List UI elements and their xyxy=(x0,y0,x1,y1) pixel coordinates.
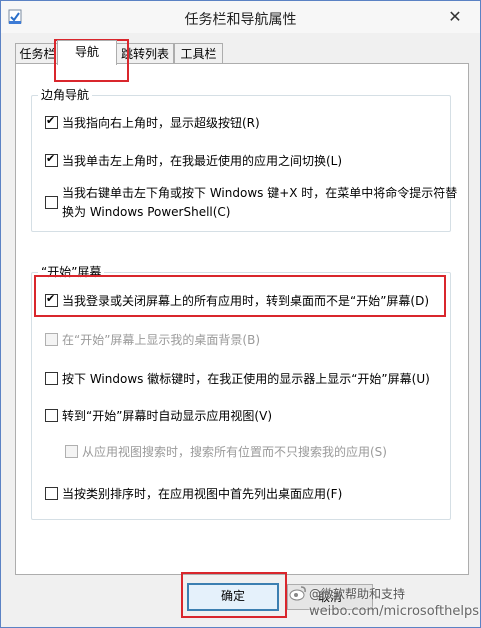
search-everywhere-checkbox[interactable] xyxy=(65,445,78,458)
tab-navigation[interactable]: 导航 xyxy=(57,40,117,65)
switch-apps-label: 当我单击左上角时，在我最近使用的应用之间切换(L) xyxy=(62,154,343,168)
replace-powershell-label: 当我右键单击左下角或按下 Windows 键+X 时，在菜单中将命令提示符替换为… xyxy=(62,186,458,219)
window-title: 任务栏和导航属性 xyxy=(184,12,297,28)
tab-toolbars[interactable]: 工具栏 xyxy=(174,43,223,64)
show-start-on-display-checkbox[interactable] xyxy=(45,372,58,385)
properties-window: 任务栏和导航属性 ✕ 任务栏 导航 跳转列表 工具栏 边角导航 当我指向右上角时… xyxy=(0,0,481,628)
desktop-background-checkbox[interactable] xyxy=(45,333,58,346)
close-icon[interactable]: ✕ xyxy=(442,5,468,27)
show-charms-label: 当我指向右上角时，显示超级按钮(R) xyxy=(62,116,260,130)
watermark-account: @微软帮助和支持 xyxy=(309,587,406,601)
title-bar: 任务栏和导航属性 ✕ xyxy=(1,1,480,33)
list-desktop-apps-first-checkbox[interactable] xyxy=(45,487,58,500)
tab-taskbar[interactable]: 任务栏 xyxy=(15,43,60,64)
tab-jump-lists[interactable]: 跳转列表 xyxy=(116,43,174,64)
ok-button[interactable]: 确定 xyxy=(187,583,279,611)
go-to-desktop-checkbox[interactable] xyxy=(45,292,58,307)
switch-apps-checkbox[interactable] xyxy=(45,152,58,167)
desktop-background-label: 在“开始”屏幕上显示我的桌面背景(B) xyxy=(62,333,261,347)
show-charms-checkbox[interactable] xyxy=(45,114,58,129)
search-everywhere-label: 从应用视图搜索时，搜索所有位置而不只搜索我的应用(S) xyxy=(82,445,387,459)
show-apps-view-checkbox[interactable] xyxy=(45,409,58,422)
go-to-desktop-label: 当我登录或关闭屏幕上的所有应用时，转到桌面而不是“开始”屏幕(D) xyxy=(62,294,430,308)
start-screen-group xyxy=(31,272,451,520)
watermark-url: weibo.com/microsofthelps xyxy=(309,604,479,619)
show-start-on-display-label: 按下 Windows 徽标键时，在我正使用的显示器上显示“开始”屏幕(U) xyxy=(62,372,430,386)
list-desktop-apps-first-label: 当按类别排序时，在应用视图中首先列出桌面应用(F) xyxy=(62,487,343,501)
tab-panel-navigation: 边角导航 当我指向右上角时，显示超级按钮(R) 当我单击左上角时，在我最近使用的… xyxy=(15,63,469,575)
replace-powershell-checkbox[interactable] xyxy=(45,196,58,209)
corner-navigation-title: 边角导航 xyxy=(38,86,93,103)
weibo-logo-icon xyxy=(289,586,306,601)
show-apps-view-label: 转到“开始”屏幕时自动显示应用视图(V) xyxy=(62,409,273,423)
start-screen-title: “开始”屏幕 xyxy=(38,263,105,280)
